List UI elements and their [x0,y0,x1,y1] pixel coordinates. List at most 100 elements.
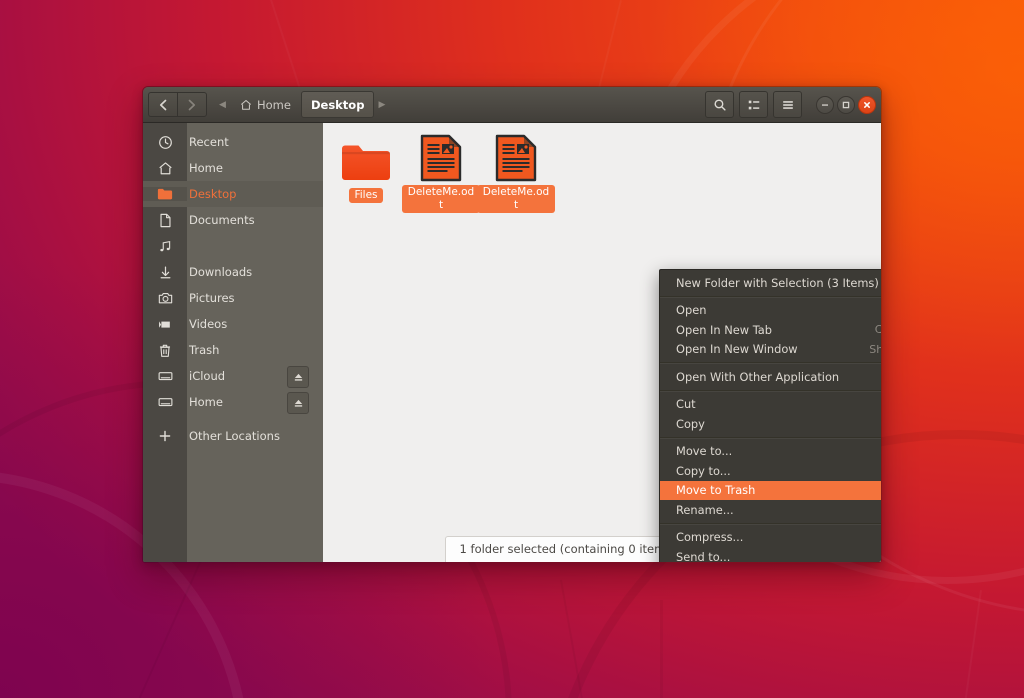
document-icon [477,129,555,183]
sidebar-item-home[interactable]: Home [143,155,323,181]
file-item-document-1[interactable]: DeleteMe.odt [402,129,480,213]
menu-item-move-to[interactable]: Move to... [660,442,882,462]
drive-icon [143,396,187,408]
breadcrumb-item-home[interactable]: Home [230,91,301,118]
back-arrow-icon [159,99,167,111]
header-action-buttons [705,91,876,118]
drive-icon-shape [158,396,173,408]
odt-document-icon-shape [494,133,538,183]
sidebar-item-pictures[interactable]: Pictures [143,285,323,311]
menu-separator [660,437,882,439]
navigation-buttons [148,92,207,117]
home-icon [240,99,252,111]
menu-item-label: Cut [676,397,882,411]
sidebar-item-music[interactable] [143,233,323,259]
menu-item-new-folder-with-selection[interactable]: New Folder with Selection (3 Items) [660,273,882,293]
sidebar-item-trash[interactable]: Trash [143,337,323,363]
menu-item-label: Open In New Window [676,342,851,356]
eject-button-icloud[interactable] [287,366,309,388]
search-button[interactable] [705,91,734,118]
maximize-button[interactable] [837,96,855,114]
plus-icon [143,429,187,443]
menu-separator [660,523,882,525]
breadcrumb-label-home: Home [257,98,291,112]
menu-separator [660,296,882,298]
menu-separator [660,362,882,364]
eject-icon [293,372,304,383]
sidebar-label: Videos [187,317,227,331]
maximize-icon [841,100,851,110]
breadcrumb-item-desktop[interactable]: Desktop [301,91,374,118]
sidebar-label: Home [187,395,223,409]
menu-item-compress[interactable]: Compress... [660,528,882,548]
menu-item-open-in-new-window[interactable]: Open In New Window Shift+Return [660,340,882,360]
window-header-bar: ◀ Home Desktop ▶ [143,87,881,123]
sidebar-item-icloud[interactable]: iCloud [143,363,323,389]
drive-icon-shape [158,370,173,382]
sidebar-label: Desktop [187,187,236,201]
menu-item-label: Move to... [676,444,882,458]
sidebar-item-other-locations[interactable]: Other Locations [143,423,323,449]
home-icon [143,161,187,176]
sidebar-label: Trash [187,343,219,357]
sidebar-label: Documents [187,213,255,227]
menu-item-rename[interactable]: Rename... F2 [660,500,882,520]
video-icon-shape [158,318,173,331]
sidebar-item-home-drive[interactable]: Home [143,389,323,415]
menu-item-label: Open [676,303,882,317]
sidebar-item-downloads[interactable]: Downloads [143,259,323,285]
odt-document-icon-shape [419,133,463,183]
menu-item-open-in-new-tab[interactable]: Open In New Tab Ctrl+Return [660,320,882,340]
menu-item-copy[interactable]: Copy Ctrl+C [660,414,882,434]
folder-icon-shape [340,139,392,183]
folder-icon-shape [157,187,173,201]
sidebar-label: Downloads [187,265,252,279]
sidebar-item-desktop[interactable]: Desktop [143,181,323,207]
breadcrumb: ◀ Home Desktop ▶ [215,92,389,117]
menu-item-label: Rename... [676,503,882,517]
menu-item-open[interactable]: Open Return [660,301,882,321]
sidebar-label: Recent [187,135,229,149]
window-body: Recent Home Desktop [143,123,881,562]
search-icon [713,98,727,112]
sidebar-item-recent[interactable]: Recent [143,129,323,155]
breadcrumb-scroll-left[interactable]: ◀ [215,92,230,117]
sidebar-gap [143,415,323,423]
menu-item-open-with-other-application[interactable]: Open With Other Application [660,367,882,387]
close-button[interactable] [858,96,876,114]
file-item-document-2[interactable]: DeleteMe.odt [477,129,555,213]
minimize-button[interactable] [816,96,834,114]
menu-item-label: Compress... [676,530,882,544]
video-icon [143,318,187,331]
file-manager-window: ◀ Home Desktop ▶ [142,86,882,563]
forward-button[interactable] [177,92,207,117]
forward-arrow-icon [188,99,196,111]
window-controls [816,96,876,114]
view-options-button[interactable] [739,91,768,118]
back-button[interactable] [148,92,177,117]
close-icon [862,100,872,110]
menu-item-send-to[interactable]: Send to... [660,547,882,563]
context-menu: New Folder with Selection (3 Items) Open… [659,269,882,563]
main-menu-button[interactable] [773,91,802,118]
sidebar-item-videos[interactable]: Videos [143,311,323,337]
file-item-folder[interactable]: Files [327,129,405,203]
file-name-label: Files [349,188,382,203]
sidebar-label: Other Locations [187,429,280,443]
file-name-label: DeleteMe.odt [402,185,480,213]
trash-icon [143,343,187,358]
sidebar-label: Home [187,161,223,175]
list-view-icon [747,98,761,112]
document-icon [402,129,480,183]
sidebar-item-documents[interactable]: Documents [143,207,323,233]
menu-item-cut[interactable]: Cut Ctrl+X [660,395,882,415]
sidebar-label: iCloud [187,369,225,383]
eject-icon [293,398,304,409]
hamburger-icon [781,98,795,112]
menu-item-move-to-trash[interactable]: Move to Trash Delete [660,481,882,501]
camera-icon [143,291,187,305]
breadcrumb-label-desktop: Desktop [311,98,364,112]
eject-button-home[interactable] [287,392,309,414]
menu-item-copy-to[interactable]: Copy to... [660,461,882,481]
breadcrumb-scroll-right[interactable]: ▶ [374,92,389,117]
